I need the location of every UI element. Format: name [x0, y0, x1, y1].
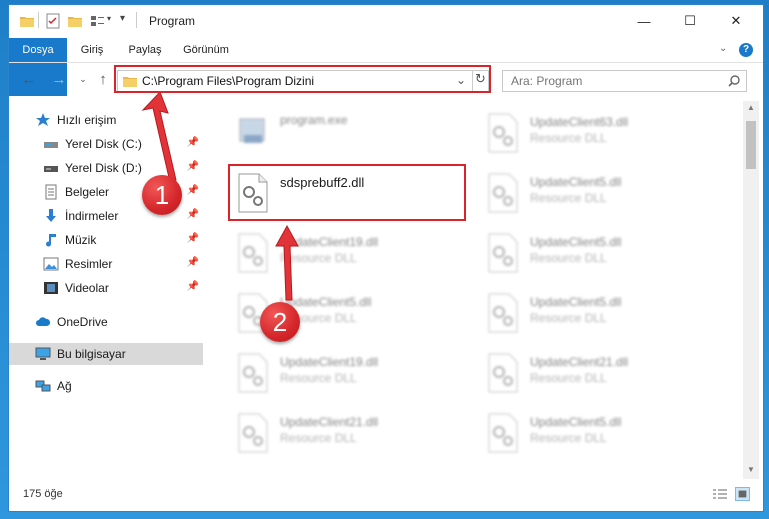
file-highlight	[228, 164, 466, 221]
step-badge-2: 2	[260, 302, 300, 342]
step-badge-1: 1	[142, 175, 182, 215]
address-bar-highlight	[114, 65, 491, 93]
arrow-to-dll-file	[275, 224, 299, 301]
arrow-to-address-bar	[141, 91, 177, 183]
